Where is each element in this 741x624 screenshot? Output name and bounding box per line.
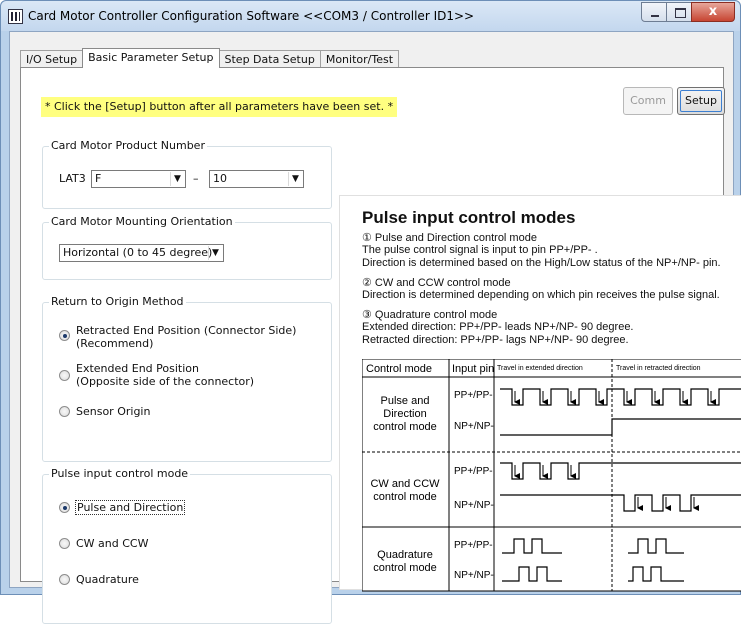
mounting-select[interactable]: Horizontal (0 to 45 degree) ▼ <box>59 244 224 262</box>
return-origin-group: Return to Origin Method Retracted End Po… <box>42 295 332 462</box>
header-input-pin: Input pin <box>452 363 494 375</box>
product-model-select[interactable]: F ▼ <box>91 170 186 188</box>
mounting-title: Card Motor Mounting Orientation <box>49 215 235 228</box>
row3-mode-line1: Quadrature <box>377 549 433 561</box>
row2-pin-np: NP+/NP- <box>454 500 494 511</box>
tab-basic-parameter-setup[interactable]: Basic Parameter Setup <box>82 48 220 68</box>
title-bar[interactable]: Card Motor Controller Configuration Soft… <box>1 1 740 31</box>
product-number-group: Card Motor Product Number LAT3 F ▼ – 10 … <box>42 139 332 209</box>
tab-step-data-setup[interactable]: Step Data Setup <box>218 50 321 68</box>
setup-button[interactable]: Setup <box>677 87 725 115</box>
tab-strip: I/O Setup Basic Parameter Setup Step Dat… <box>20 48 400 68</box>
header-retracted: Travel in retracted direction <box>616 365 701 372</box>
row1-mode-line2: Direction <box>383 408 426 420</box>
chevron-down-icon[interactable]: ▼ <box>288 172 302 186</box>
pulse-modes-diagram: Pulse input control modes ① Pulse and Di… <box>339 195 741 592</box>
product-dash: – <box>193 172 199 185</box>
row2-mode-line1: CW and CCW <box>370 478 440 490</box>
tab-monitor-test[interactable]: Monitor/Test <box>319 50 400 68</box>
radio-pulse-direction[interactable] <box>59 502 70 513</box>
client-area: I/O Setup Basic Parameter Setup Step Dat… <box>9 31 741 624</box>
product-size-value: 10 <box>213 172 227 185</box>
row2-pin-pp: PP+/PP- <box>454 466 493 477</box>
header-extended: Travel in extended direction <box>497 365 583 372</box>
diagram-line-4: ② CW and CCW control mode <box>362 277 511 289</box>
retracted-end-line2: (Recommend) <box>76 337 154 350</box>
extended-end-line2: (Opposite side of the connector) <box>76 375 255 388</box>
retracted-end-line1: Retracted End Position (Connector Side) <box>76 324 297 337</box>
mounting-value: Horizontal (0 to 45 degree) <box>63 246 213 259</box>
diagram-line-5: Direction is determined depending on whi… <box>362 289 720 301</box>
radio-quadrature[interactable] <box>59 574 70 585</box>
extended-end-line1: Extended End Position <box>76 362 199 375</box>
retracted-end-label[interactable]: Retracted End Position (Connector Side) … <box>76 324 296 350</box>
row1-mode-line1: Pulse and <box>381 395 430 407</box>
window-title: Card Motor Controller Configuration Soft… <box>28 9 475 23</box>
comm-button[interactable]: Comm <box>623 87 673 115</box>
timing-table: Control mode Input pin Travel in extende… <box>362 359 741 592</box>
radio-cw-ccw[interactable] <box>59 538 70 549</box>
close-button[interactable]: x <box>691 2 735 22</box>
row3-mode-line2: control mode <box>373 562 437 574</box>
product-number-title: Card Motor Product Number <box>49 139 207 152</box>
radio-sensor-origin[interactable] <box>59 406 70 417</box>
basic-parameter-page: * Click the [Setup] button after all par… <box>20 67 741 624</box>
diagram-line-1: ① Pulse and Direction control mode <box>362 232 537 244</box>
diagram-line-3: Direction is determined based on the Hig… <box>362 257 721 269</box>
radio-retracted-end[interactable] <box>59 330 70 341</box>
tab-io-setup[interactable]: I/O Setup <box>20 50 84 68</box>
row3-pin-np: NP+/NP- <box>454 570 494 581</box>
row1-pin-np: NP+/NP- <box>454 421 494 432</box>
maximize-button[interactable] <box>666 2 692 22</box>
diagram-line-7: Extended direction: PP+/PP- leads NP+/NP… <box>362 321 634 333</box>
row1-mode-line3: control mode <box>373 421 437 433</box>
pulse-mode-group: Pulse input control mode Pulse and Direc… <box>42 467 332 624</box>
diagram-line-2: The pulse control signal is input to pin… <box>362 244 598 256</box>
mounting-group: Card Motor Mounting Orientation Horizont… <box>42 215 332 280</box>
extended-end-label[interactable]: Extended End Position (Opposite side of … <box>76 362 254 388</box>
diagram-title: Pulse input control modes <box>362 208 576 227</box>
return-origin-title: Return to Origin Method <box>49 295 186 308</box>
minimize-button[interactable] <box>641 2 667 22</box>
row2-mode-line2: control mode <box>373 491 437 503</box>
sensor-origin-label[interactable]: Sensor Origin <box>76 405 150 418</box>
row3-pin-pp: PP+/PP- <box>454 540 493 551</box>
setup-notice: * Click the [Setup] button after all par… <box>41 97 398 117</box>
app-window: Card Motor Controller Configuration Soft… <box>0 0 741 624</box>
chevron-down-icon[interactable]: ▼ <box>208 246 222 260</box>
pulse-mode-title: Pulse input control mode <box>49 467 191 480</box>
cw-ccw-label[interactable]: CW and CCW <box>76 537 148 550</box>
radio-extended-end[interactable] <box>59 370 70 381</box>
diagram-line-8: Retracted direction: PP+/PP- lags NP+/NP… <box>362 334 629 346</box>
pulse-direction-label[interactable]: Pulse and Direction <box>74 500 186 515</box>
quadrature-label[interactable]: Quadrature <box>76 573 139 586</box>
close-icon: x <box>708 4 718 19</box>
product-prefix-label: LAT3 <box>59 172 86 185</box>
product-size-select[interactable]: 10 ▼ <box>209 170 304 188</box>
header-control-mode: Control mode <box>366 363 432 375</box>
product-model-value: F <box>95 172 102 185</box>
chevron-down-icon[interactable]: ▼ <box>170 172 184 186</box>
row1-pin-pp: PP+/PP- <box>454 390 493 401</box>
app-icon[interactable] <box>8 9 23 24</box>
diagram-line-6: ③ Quadrature control mode <box>362 309 498 321</box>
